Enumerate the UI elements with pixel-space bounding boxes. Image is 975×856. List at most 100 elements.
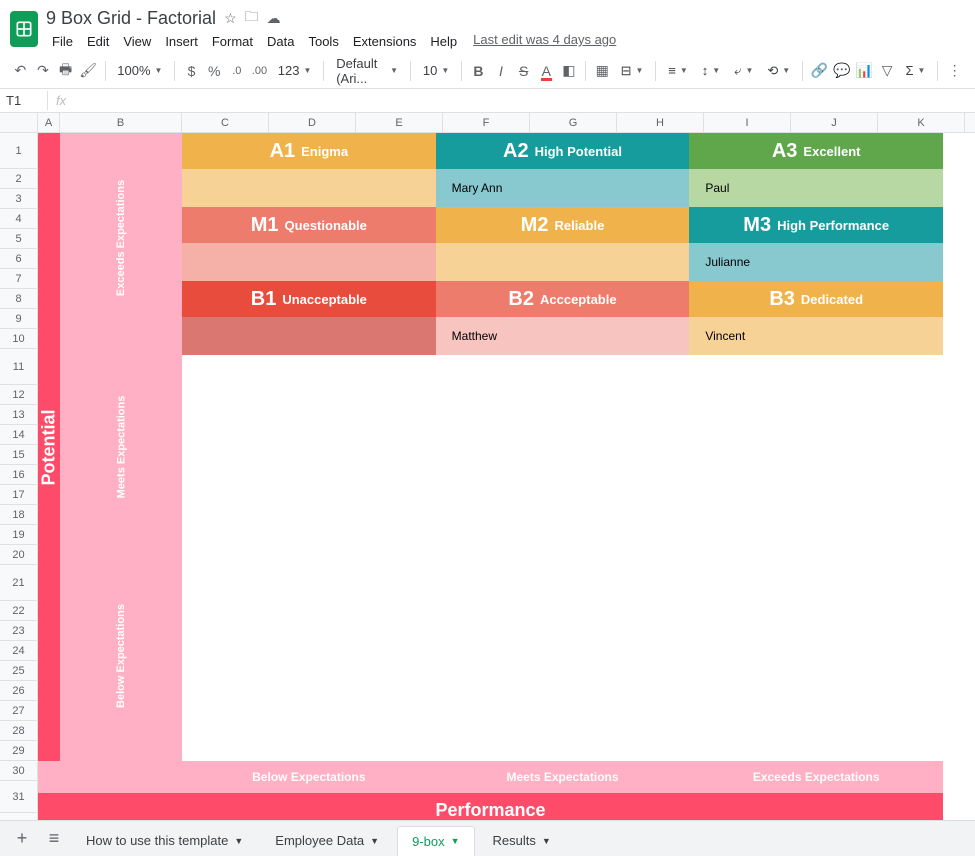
row-header[interactable]: 23: [0, 621, 37, 641]
col-header[interactable]: B: [60, 113, 182, 132]
decrease-decimal-icon[interactable]: .0: [227, 58, 248, 84]
box-a2[interactable]: A2High Potential Mary Ann: [436, 133, 690, 207]
row-header[interactable]: 31: [0, 781, 37, 813]
row-header[interactable]: 19: [0, 525, 37, 545]
col-header[interactable]: D: [269, 113, 356, 132]
row-header[interactable]: 22: [0, 601, 37, 621]
col-header[interactable]: F: [443, 113, 530, 132]
col-header[interactable]: H: [617, 113, 704, 132]
menu-data[interactable]: Data: [261, 32, 300, 51]
row-header[interactable]: 29: [0, 741, 37, 761]
more-formats-dropdown[interactable]: 123▼: [272, 61, 318, 80]
v-align-dropdown[interactable]: ↕▼: [696, 61, 726, 80]
col-header[interactable]: I: [704, 113, 791, 132]
grid-body[interactable]: Potential Exceeds Expectations Meets Exp…: [38, 133, 975, 831]
italic-icon[interactable]: I: [491, 58, 512, 84]
font-size-dropdown[interactable]: 10▼: [417, 61, 455, 80]
row-header[interactable]: 2: [0, 169, 37, 189]
cloud-icon[interactable]: ☁: [267, 10, 281, 27]
row-header[interactable]: 13: [0, 405, 37, 425]
select-all-corner[interactable]: [0, 113, 37, 133]
print-icon[interactable]: 🖶: [55, 58, 76, 84]
box-a3-body[interactable]: Paul: [689, 169, 943, 207]
row-header[interactable]: 15: [0, 445, 37, 465]
row-header[interactable]: 28: [0, 721, 37, 741]
wrap-dropdown[interactable]: ⤶▼: [728, 61, 759, 81]
bold-icon[interactable]: B: [468, 58, 489, 84]
box-m1-body[interactable]: [182, 243, 436, 281]
menu-tools[interactable]: Tools: [302, 32, 344, 51]
row-header[interactable]: 26: [0, 681, 37, 701]
row-header[interactable]: 16: [0, 465, 37, 485]
menu-file[interactable]: File: [46, 32, 79, 51]
box-b1[interactable]: B1Unacceptable: [182, 281, 436, 355]
star-icon[interactable]: ☆: [224, 10, 237, 27]
row-header[interactable]: 30: [0, 761, 37, 781]
menu-help[interactable]: Help: [424, 32, 463, 51]
row-header[interactable]: 5: [0, 229, 37, 249]
box-b3[interactable]: B3Dedicated Vincent: [689, 281, 943, 355]
col-header[interactable]: K: [878, 113, 965, 132]
undo-icon[interactable]: ↶: [10, 58, 31, 84]
last-edit-link[interactable]: Last edit was 4 days ago: [473, 32, 616, 51]
box-m1[interactable]: M1Questionable: [182, 207, 436, 281]
row-header[interactable]: 1: [0, 133, 37, 169]
sheets-logo[interactable]: [10, 11, 38, 47]
chart-icon[interactable]: 📊: [854, 58, 875, 84]
paint-format-icon[interactable]: 🖌: [78, 58, 99, 84]
merge-dropdown[interactable]: ⊟▼: [615, 61, 650, 81]
row-header[interactable]: 27: [0, 701, 37, 721]
borders-icon[interactable]: ▦: [592, 58, 613, 84]
col-header[interactable]: J: [791, 113, 878, 132]
redo-icon[interactable]: ↷: [33, 58, 54, 84]
box-m2-body[interactable]: [436, 243, 690, 281]
all-sheets-icon[interactable]: ≡: [40, 825, 68, 853]
format-percent-icon[interactable]: %: [204, 58, 225, 84]
increase-decimal-icon[interactable]: .00: [249, 58, 270, 84]
add-sheet-icon[interactable]: +: [8, 825, 36, 853]
menu-edit[interactable]: Edit: [81, 32, 115, 51]
functions-dropdown[interactable]: Σ▼: [900, 61, 932, 80]
tab-employee-data[interactable]: Employee Data▼: [261, 826, 393, 856]
row-header[interactable]: 18: [0, 505, 37, 525]
rotate-dropdown[interactable]: ⟲▼: [761, 61, 796, 81]
strikethrough-icon[interactable]: S: [513, 58, 534, 84]
link-icon[interactable]: 🔗: [809, 58, 830, 84]
box-a1[interactable]: A1Enigma: [182, 133, 436, 207]
box-m3[interactable]: M3High Performance Julianne: [689, 207, 943, 281]
row-header[interactable]: 20: [0, 545, 37, 565]
box-b1-body[interactable]: [182, 317, 436, 355]
row-header[interactable]: 24: [0, 641, 37, 661]
box-a2-body[interactable]: Mary Ann: [436, 169, 690, 207]
row-header[interactable]: 4: [0, 209, 37, 229]
name-box[interactable]: T1: [0, 91, 48, 110]
row-header[interactable]: 9: [0, 309, 37, 329]
col-header[interactable]: C: [182, 113, 269, 132]
fill-color-icon[interactable]: ◧: [559, 58, 580, 84]
col-header[interactable]: E: [356, 113, 443, 132]
tab-results[interactable]: Results▼: [479, 826, 565, 856]
row-header[interactable]: 12: [0, 385, 37, 405]
menu-extensions[interactable]: Extensions: [347, 32, 423, 51]
row-header[interactable]: 8: [0, 289, 37, 309]
move-icon[interactable]: 🗀: [245, 6, 259, 30]
box-m2[interactable]: M2Reliable: [436, 207, 690, 281]
h-align-dropdown[interactable]: ≡▼: [662, 61, 694, 80]
box-m3-body[interactable]: Julianne: [689, 243, 943, 281]
comment-icon[interactable]: 💬: [832, 58, 853, 84]
box-a1-body[interactable]: [182, 169, 436, 207]
row-header[interactable]: 6: [0, 249, 37, 269]
row-header[interactable]: 14: [0, 425, 37, 445]
row-header[interactable]: 17: [0, 485, 37, 505]
col-header[interactable]: G: [530, 113, 617, 132]
col-header[interactable]: A: [38, 113, 60, 132]
box-b2[interactable]: B2Accceptable Matthew: [436, 281, 690, 355]
row-header[interactable]: 3: [0, 189, 37, 209]
row-header[interactable]: 21: [0, 565, 37, 601]
doc-title[interactable]: 9 Box Grid - Factorial: [46, 8, 216, 29]
tab-9box[interactable]: 9-box▼: [397, 826, 474, 856]
text-color-icon[interactable]: A: [536, 58, 557, 84]
box-b3-body[interactable]: Vincent: [689, 317, 943, 355]
tab-howto[interactable]: How to use this template▼: [72, 826, 257, 856]
row-header[interactable]: 10: [0, 329, 37, 349]
